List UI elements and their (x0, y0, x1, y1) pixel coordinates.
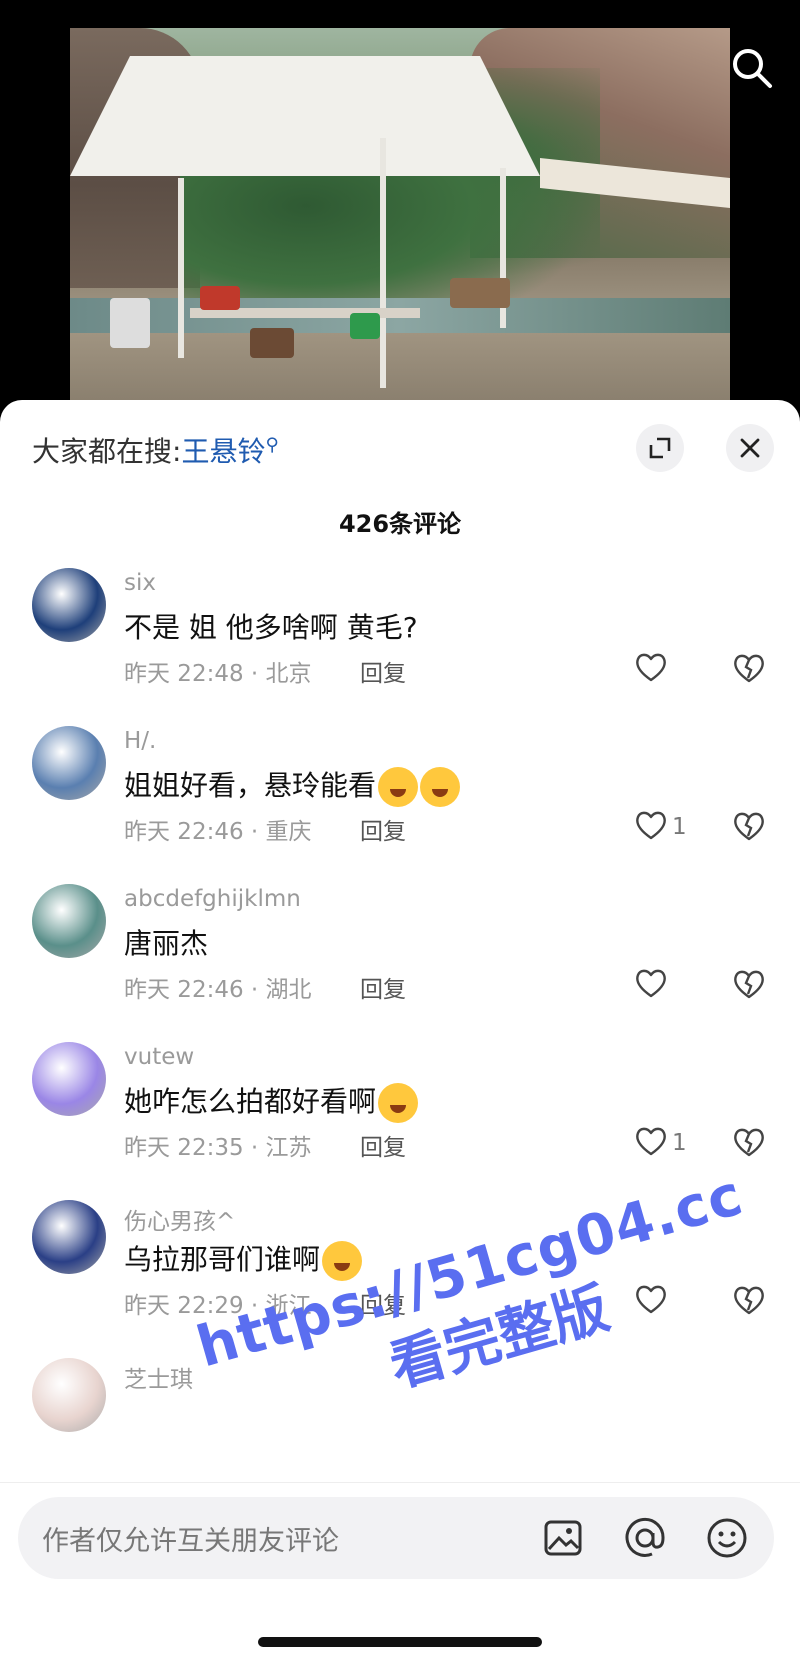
reply-button[interactable]: 回复 (360, 970, 406, 1004)
video-scene-item (350, 313, 380, 339)
like-button[interactable]: 1 (634, 810, 687, 844)
emoji-icon (322, 1241, 363, 1281)
emoji-icon (378, 767, 419, 807)
comment-item[interactable]: vutew 她咋怎么拍都好看啊昨天 22:35 · 江苏 回复 1 (0, 1042, 800, 1202)
reply-button[interactable]: 回复 (360, 1128, 406, 1162)
heart-icon (634, 651, 668, 687)
comment-meta: 昨天 22:48 · 北京 (124, 661, 312, 687)
heart-icon (634, 809, 668, 845)
emoji-icon (707, 1518, 747, 1558)
comment-meta: 昨天 22:35 · 江苏 (124, 1135, 312, 1161)
heart-icon (634, 967, 668, 1003)
image-icon (544, 1520, 582, 1556)
comment-count: 426条评论 (338, 510, 462, 538)
comment-meta: 昨天 22:46 · 湖北 (124, 977, 312, 1003)
comment-text: 她咋怎么拍都好看啊 (124, 1080, 419, 1123)
heart-icon (634, 1125, 668, 1161)
reply-button[interactable]: 回复 (360, 812, 406, 846)
hot-search-mini-icon: ⚲ (265, 434, 279, 456)
like-count: 1 (672, 1130, 687, 1156)
screen: 大家都在搜:王悬铃⚲ 426条评论 six 不是 姐 他多啥啊 黄毛? 昨天 22:… (0, 0, 800, 1665)
avatar[interactable] (32, 884, 106, 958)
comment-text-content: 唐丽杰 (124, 927, 209, 960)
comments-sheet: 大家都在搜:王悬铃⚲ 426条评论 six 不是 姐 他多啥啊 黄毛? 昨天 22:… (0, 400, 800, 1665)
comment-text: 不是 姐 他多啥啊 黄毛? (124, 606, 418, 646)
reply-button[interactable]: 回复 (360, 1286, 406, 1320)
dislike-button[interactable] (732, 1126, 766, 1162)
expand-button[interactable] (636, 424, 684, 472)
comment-text-content: 姐姐好看，悬玲能看 (124, 769, 377, 802)
hot-search-prefix: 大家都在搜: (32, 435, 182, 468)
broken-heart-icon (732, 1128, 766, 1162)
video-player[interactable] (70, 28, 730, 400)
broken-heart-icon (732, 654, 766, 688)
comment-meta: 昨天 22:46 · 重庆 (124, 819, 312, 845)
like-button[interactable]: 1 (634, 1126, 687, 1160)
home-indicator[interactable] (258, 1637, 542, 1647)
comment-text: 姐姐好看，悬玲能看 (124, 764, 461, 807)
avatar[interactable] (32, 568, 106, 642)
search-icon (733, 49, 772, 88)
comment-item[interactable]: six 不是 姐 他多啥啊 黄毛? 昨天 22:48 · 北京 回复 (0, 568, 800, 728)
avatar[interactable] (32, 1358, 106, 1432)
video-scene-item (110, 298, 150, 348)
comment-item[interactable]: abcdefghijklmn 唐丽杰昨天 22:46 · 湖北 回复 (0, 884, 800, 1044)
video-scene-item (450, 278, 510, 308)
comment-text: 唐丽杰 (124, 922, 208, 962)
comment-username[interactable]: abcdefghijklmn (124, 886, 301, 912)
comment-text-content: 不是 姐 他多啥啊 黄毛? (124, 611, 418, 644)
mention-button[interactable] (622, 1515, 668, 1561)
video-scene-pole (380, 138, 386, 388)
avatar[interactable] (32, 1200, 106, 1274)
comment-input-bar: 作者仅允许互关朋友评论 (0, 1482, 800, 1665)
comment-meta: 昨天 22:29 · 浙江 (124, 1293, 312, 1319)
close-button[interactable] (726, 424, 774, 472)
video-scene-tent-roof (70, 56, 540, 176)
like-button[interactable] (634, 968, 672, 1002)
heart-icon (634, 1283, 668, 1319)
hot-search-keyword[interactable]: 王悬铃 (181, 435, 265, 468)
comment-input[interactable]: 作者仅允许互关朋友评论 (18, 1497, 774, 1579)
comment-username[interactable]: 伤心男孩^ (124, 1202, 235, 1236)
comment-username[interactable]: 芝士琪 (124, 1360, 193, 1394)
at-icon (625, 1517, 665, 1557)
comment-item[interactable]: 伤心男孩^ 乌拉那哥们谁啊昨天 22:29 · 浙江 回复 (0, 1200, 800, 1360)
like-button[interactable] (634, 652, 672, 686)
comment-username[interactable]: H/. (124, 728, 156, 754)
broken-heart-icon (732, 970, 766, 1004)
dislike-button[interactable] (732, 810, 766, 846)
emoji-button[interactable] (704, 1515, 750, 1561)
comment-username[interactable]: vutew (124, 1044, 194, 1070)
dislike-button[interactable] (732, 1284, 766, 1320)
like-button[interactable] (634, 1284, 672, 1318)
comment-text-content: 乌拉那哥们谁啊 (124, 1243, 321, 1276)
expand-icon (649, 437, 671, 459)
video-scene-river (70, 298, 730, 338)
dislike-button[interactable] (732, 968, 766, 1004)
comment-username[interactable]: six (124, 570, 156, 596)
avatar[interactable] (32, 1042, 106, 1116)
comment-text: 乌拉那哥们谁啊 (124, 1238, 363, 1281)
video-scene-item (250, 328, 294, 358)
like-count: 1 (672, 814, 687, 840)
image-button[interactable] (540, 1515, 586, 1561)
reply-button[interactable]: 回复 (360, 654, 406, 688)
video-scene-item (200, 286, 240, 310)
emoji-icon (378, 1083, 419, 1123)
comment-text-content: 她咋怎么拍都好看啊 (124, 1085, 377, 1118)
comment-item[interactable]: H/. 姐姐好看，悬玲能看昨天 22:46 · 重庆 回复 1 (0, 726, 800, 886)
search-button[interactable] (728, 44, 776, 92)
hot-search-bar[interactable]: 大家都在搜:王悬铃⚲ (32, 430, 279, 470)
broken-heart-icon (732, 1286, 766, 1320)
dislike-button[interactable] (732, 652, 766, 688)
comment-input-placeholder: 作者仅允许互关朋友评论 (42, 1526, 339, 1557)
video-scene-ground (70, 333, 730, 400)
emoji-icon (420, 767, 461, 807)
video-scene-pole (178, 178, 184, 358)
avatar[interactable] (32, 726, 106, 800)
broken-heart-icon (732, 812, 766, 846)
close-icon (740, 438, 760, 458)
